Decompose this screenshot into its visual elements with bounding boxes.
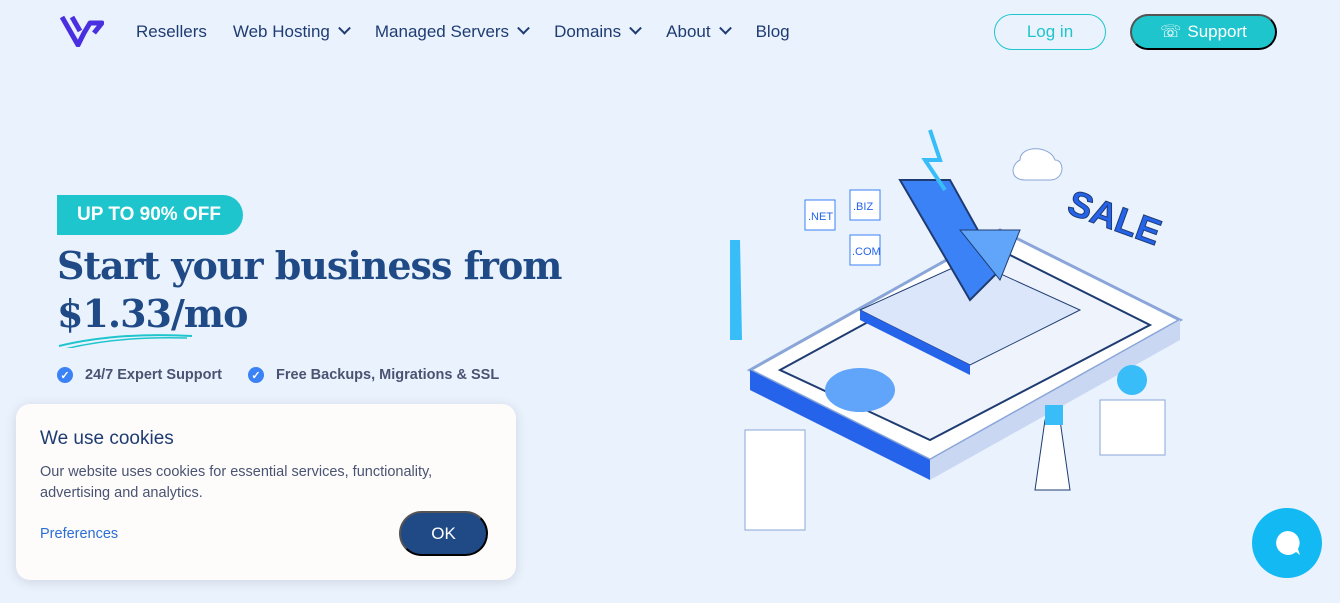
tag-biz: .BIZ <box>853 201 873 213</box>
login-button[interactable]: Log in <box>994 14 1106 50</box>
underline-swoosh <box>58 334 193 348</box>
chat-bubble-icon <box>1276 530 1300 555</box>
nav-blog[interactable]: Blog <box>756 22 790 42</box>
discount-badge: UP TO 90% OFF <box>57 195 243 235</box>
check-icon: ✓ <box>248 367 264 383</box>
nav-about[interactable]: About <box>666 21 732 42</box>
nav-label: About <box>666 22 711 41</box>
preferences-link[interactable]: Preferences <box>40 526 118 542</box>
cookie-title: We use cookies <box>40 428 174 449</box>
nav-managed-servers[interactable]: Managed Servers <box>374 21 530 42</box>
hero-illustration: .NET .BIZ .COM SALE <box>730 129 1184 531</box>
ok-button[interactable]: OK <box>399 511 488 556</box>
nav-label: Managed Servers <box>374 22 510 41</box>
hero-title: Start your business from $1.33/mo <box>57 242 562 338</box>
chevron-down-icon <box>517 21 530 35</box>
support-label: Support <box>1187 22 1247 41</box>
tag-com: .COM <box>852 246 881 258</box>
chevron-down-icon <box>718 21 732 35</box>
main-menu: Resellers Web Hosting Managed Servers Do… <box>136 21 790 42</box>
support-button[interactable]: ☏ Support <box>1130 14 1277 50</box>
logo[interactable] <box>60 15 104 47</box>
feature-support: ✓ 24/7 Expert Support <box>57 367 222 383</box>
headset-icon: ☏ <box>1160 22 1182 41</box>
feature-label: Free Backups, Migrations & SSL <box>276 367 500 383</box>
nav-web-hosting[interactable]: Web Hosting <box>232 21 351 42</box>
feature-backups: ✓ Free Backups, Migrations & SSL <box>248 367 499 383</box>
cookie-banner: We use cookies Our website uses cookies … <box>16 404 516 580</box>
sale-text: SALE <box>1063 182 1167 253</box>
nav-label: Blog <box>755 22 790 41</box>
nav-label: Domains <box>554 22 622 41</box>
nav-label: Web Hosting <box>232 22 330 41</box>
nav-label: Resellers <box>136 22 207 41</box>
top-nav: Resellers Web Hosting Managed Servers Do… <box>0 0 1340 64</box>
check-icon: ✓ <box>57 367 73 383</box>
cookie-text: Our website uses cookies for essential s… <box>40 464 433 501</box>
chevron-down-icon <box>338 21 351 35</box>
chevron-down-icon <box>629 21 643 35</box>
chat-button[interactable] <box>1252 508 1322 578</box>
tag-net: .NET <box>808 211 833 223</box>
nav-resellers[interactable]: Resellers <box>136 22 207 42</box>
hero-title-line1: Start your business from <box>57 243 562 288</box>
feature-label: 24/7 Expert Support <box>85 367 222 383</box>
nav-domains[interactable]: Domains <box>554 21 643 42</box>
